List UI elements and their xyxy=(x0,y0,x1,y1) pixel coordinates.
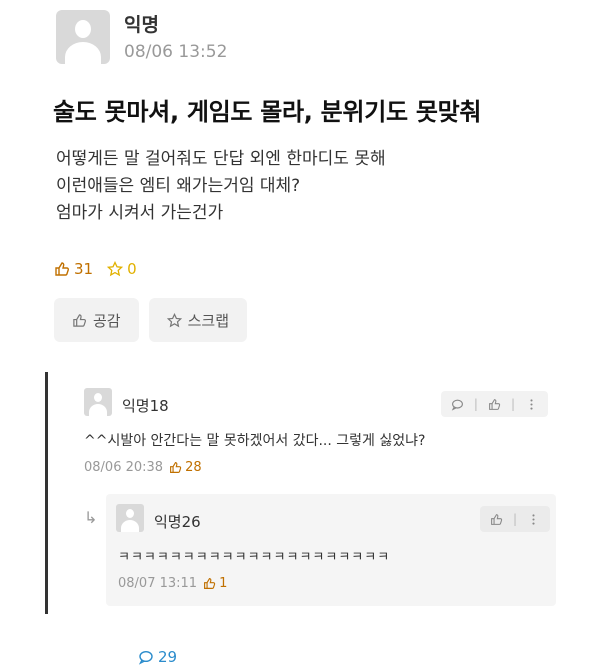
post-content-line: 이런애들은 엠티 왜가는거임 대체? xyxy=(56,176,301,196)
reply-like-value: 1 xyxy=(219,576,228,591)
reply-like-count: 1 xyxy=(203,576,227,591)
more-vertical-icon[interactable] xyxy=(525,398,538,411)
post-stats: 31 29 0 xyxy=(54,260,177,666)
post-header: 익명 08/06 13:52 xyxy=(56,10,576,72)
reply-author: 익명26 xyxy=(154,513,201,531)
scrap-count: 0 xyxy=(107,260,137,278)
thumbs-up-icon xyxy=(55,262,69,276)
scrap-button[interactable]: 스크랩 xyxy=(148,298,248,342)
like-button[interactable]: 공감 xyxy=(54,298,139,342)
comment-count-value: 29 xyxy=(158,648,178,666)
reply-actions: | xyxy=(479,506,550,532)
avatar xyxy=(116,504,144,532)
thumbs-up-icon[interactable] xyxy=(488,398,501,411)
more-vertical-icon[interactable] xyxy=(527,513,540,526)
comment-like-value: 28 xyxy=(185,460,202,475)
thumbs-up-icon[interactable] xyxy=(490,513,503,526)
reply-meta: 08/07 13:11 1 xyxy=(118,576,227,591)
reply-date: 08/07 13:11 xyxy=(118,576,198,591)
like-button-label: 공감 xyxy=(93,311,121,330)
star-icon xyxy=(166,312,182,327)
speech-bubble-icon[interactable] xyxy=(451,398,464,411)
like-count: 31 xyxy=(54,260,93,278)
comment-meta: 08/06 20:38 28 xyxy=(84,460,202,475)
avatar xyxy=(84,388,112,416)
comment-count: 29 xyxy=(138,648,600,666)
comment-text: ^^시발아 안간다는 말 못하겠어서 갔다... 그렇게 싫었냐? xyxy=(84,433,426,449)
reply-arrow-icon: ↳ xyxy=(84,508,98,527)
like-count-value: 31 xyxy=(74,260,94,278)
thread-divider xyxy=(45,372,48,614)
thumbs-up-icon xyxy=(204,578,216,589)
comment-author: 익명18 xyxy=(122,397,169,415)
reply-text: ㅋㅋㅋㅋㅋㅋㅋㅋㅋㅋㅋㅋㅋㅋㅋㅋㅋㅋㅋㅋㅋ xyxy=(118,550,391,565)
reply-comment: 익명26 | ㅋㅋㅋㅋㅋㅋㅋㅋㅋㅋㅋㅋㅋㅋㅋㅋㅋㅋㅋㅋㅋ 08/07 13:11… xyxy=(106,494,556,606)
scrap-button-label: 스크랩 xyxy=(187,311,230,330)
post-content-line: 어떻게든 말 걸어줘도 단답 외엔 한마디도 못해 xyxy=(56,149,386,169)
comment-actions: | | xyxy=(440,391,548,417)
thumbs-up-icon xyxy=(170,462,182,473)
post-title: 술도 못마셔, 게임도 몰라, 분위기도 못맞춰 xyxy=(53,98,482,126)
post-author: 익명 xyxy=(124,14,159,36)
post-actions: 공감 스크랩 xyxy=(54,298,248,342)
post-content: 어떻게든 말 걸어줘도 단답 외엔 한마디도 못해 이런애들은 엠티 왜가는거임… xyxy=(56,146,386,227)
scrap-count-value: 0 xyxy=(127,260,137,278)
thumbs-up-icon xyxy=(73,313,86,327)
star-icon xyxy=(107,261,124,277)
avatar xyxy=(56,10,110,64)
post-content-line: 엄마가 시켜서 가는건가 xyxy=(56,203,224,223)
comment-like-count: 28 xyxy=(169,460,202,475)
speech-bubble-icon xyxy=(138,650,153,665)
comment-date: 08/06 20:38 xyxy=(84,460,164,475)
post-date: 08/06 13:52 xyxy=(124,42,228,62)
